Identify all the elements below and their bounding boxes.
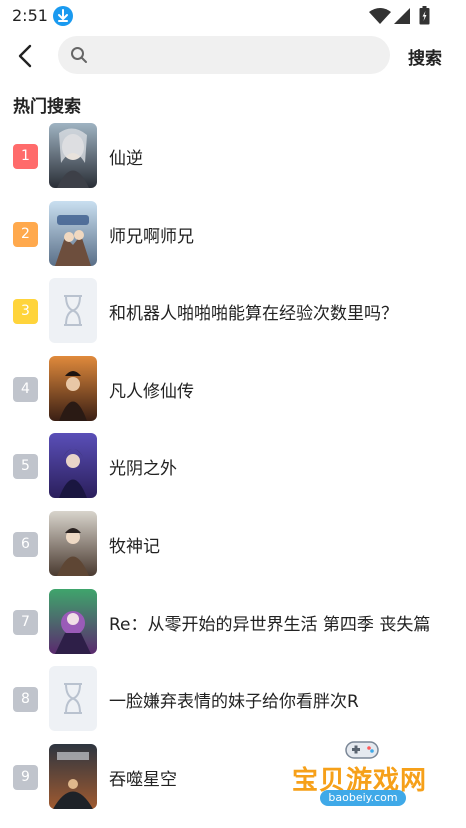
hot-search-list: 1 仙逆 2 师兄啊师兄 3 和机器人啪啪啪能算在经验次数里吗？ 4 凡人修仙传… [0,118,466,816]
cover-thumbnail [49,200,97,266]
item-title: 和机器人啪啪啪能算在经验次数里吗？ [109,304,398,325]
item-title: 仙逆 [109,149,143,169]
chevron-left-icon [18,44,32,68]
cover-thumbnail [49,433,97,499]
wifi-icon [369,8,391,24]
search-icon [71,47,87,63]
cover-thumbnail [49,510,97,576]
cover-thumbnail [49,743,97,809]
rank-badge: 5 [13,454,38,480]
battery-icon [419,6,430,25]
list-item[interactable]: 1 仙逆 [0,118,466,196]
search-input[interactable] [96,36,381,74]
hourglass-icon [64,295,82,327]
list-item[interactable]: 2 师兄啊师兄 [0,196,466,274]
list-item[interactable]: 8 一脸嫌弃表情的妹子给你看胖次R [0,661,466,739]
placeholder-thumbnail [49,278,97,344]
status-time: 2:51 [12,6,48,25]
item-title: Re：从零开始的异世界生活 第四季 丧失篇 [109,614,431,635]
cover-thumbnail [49,123,97,188]
cover-thumbnail [49,355,97,421]
list-item[interactable]: 6 牧神记 [0,506,466,584]
hot-search-title: 热门搜索 [13,97,81,117]
watermark: 宝贝游戏网 baobeiy.com [288,738,438,818]
search-box[interactable] [58,36,390,74]
download-icon [53,6,73,26]
item-title: 光阴之外 [109,459,177,480]
back-button[interactable] [12,42,40,70]
hourglass-icon [64,683,82,715]
watermark-url: baobeiy.com [320,790,406,806]
item-title: 吞噬星空 [109,769,177,790]
list-item[interactable]: 4 凡人修仙传 [0,351,466,429]
item-title: 凡人修仙传 [109,381,194,402]
rank-badge: 9 [13,764,38,790]
status-bar: 2:51 [0,0,466,32]
rank-badge: 6 [13,531,38,557]
rank-badge: 2 [13,221,38,247]
placeholder-thumbnail [49,666,97,732]
signal-icon [394,8,410,24]
item-title: 一脸嫌弃表情的妹子给你看胖次R [109,692,359,713]
rank-badge: 3 [13,299,38,325]
gamepad-icon [345,741,379,759]
cover-thumbnail [49,588,97,654]
list-item[interactable]: 3 和机器人啪啪啪能算在经验次数里吗？ [0,273,466,351]
item-title: 师兄啊师兄 [109,226,194,247]
search-button[interactable]: 搜索 [408,44,442,69]
list-item[interactable]: 7 Re：从零开始的异世界生活 第四季 丧失篇 [0,584,466,662]
list-item[interactable]: 5 光阴之外 [0,428,466,506]
item-title: 牧神记 [109,536,160,557]
rank-badge: 4 [13,376,38,402]
rank-badge: 7 [13,609,38,635]
rank-badge: 1 [13,144,38,169]
rank-badge: 8 [13,687,38,713]
